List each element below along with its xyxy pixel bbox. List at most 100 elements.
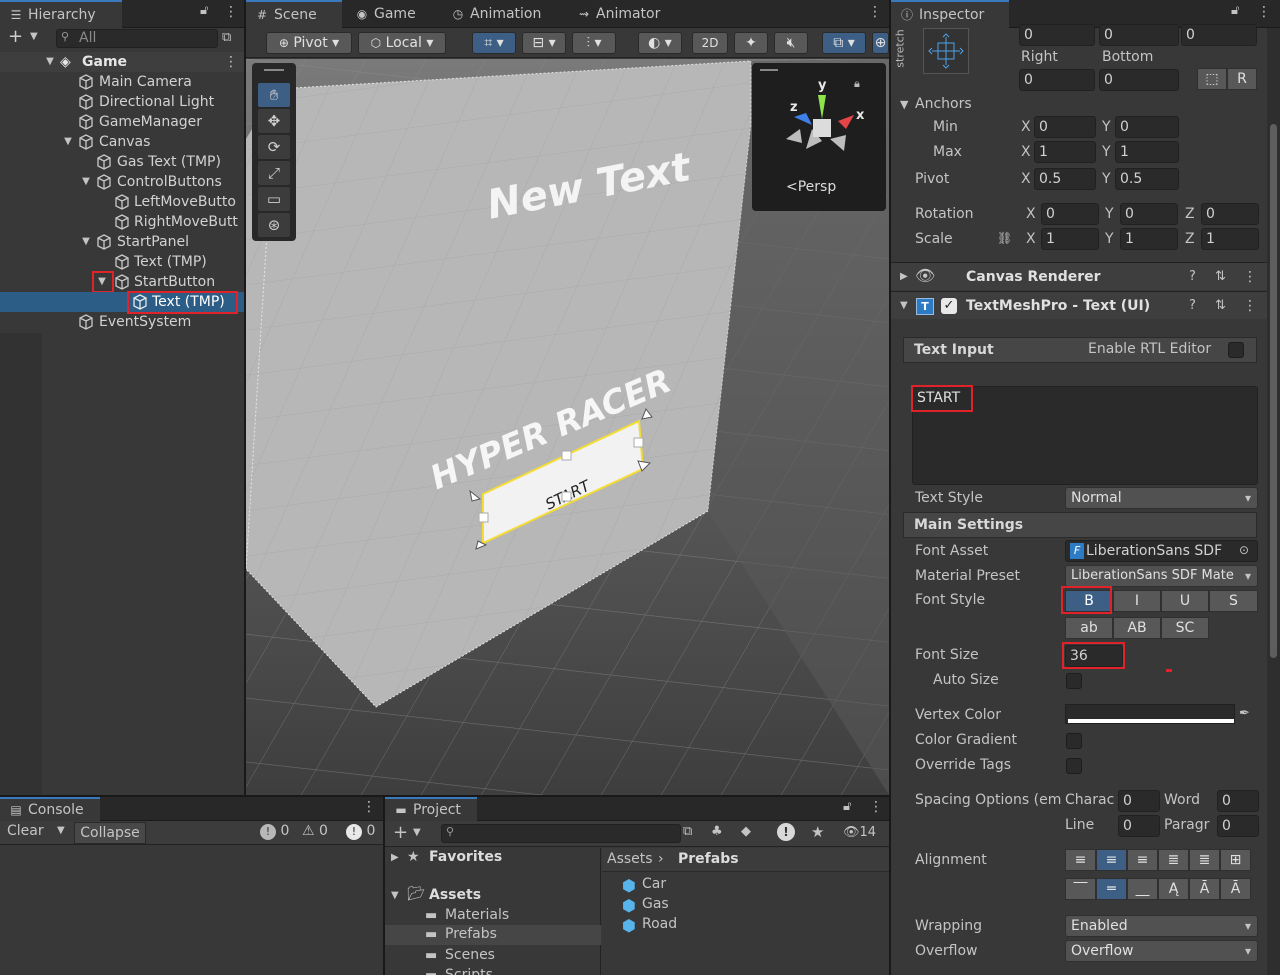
- constrain-proportions-icon[interactable]: ⛓︎: [997, 231, 1012, 245]
- folder-scripts[interactable]: Scripts: [445, 967, 493, 975]
- expand-arrow[interactable]: ▼: [80, 232, 92, 252]
- tab-game[interactable]: ◉ Game: [346, 0, 426, 28]
- component-more-icon[interactable]: ⋮: [1243, 263, 1257, 291]
- expand-arrow[interactable]: ▼: [62, 132, 74, 152]
- lock-icon[interactable]: 🔓︎: [843, 799, 851, 814]
- add-icon[interactable]: +: [8, 26, 23, 47]
- rect-handle[interactable]: [633, 437, 644, 448]
- scene-more-icon[interactable]: ⋮: [224, 52, 238, 72]
- hierarchy-item-startbutton[interactable]: ▼ StartButton: [0, 272, 244, 292]
- line-spacing-field[interactable]: 0: [1118, 815, 1160, 837]
- scale-x-field[interactable]: 1: [1041, 228, 1099, 250]
- clear-button[interactable]: Clear: [7, 823, 44, 839]
- pos-y-field[interactable]: 0: [1099, 24, 1179, 46]
- assets-folder[interactable]: Assets: [429, 887, 481, 903]
- hierarchy-search-input[interactable]: All: [56, 29, 218, 48]
- breadcrumb-assets[interactable]: Assets: [607, 851, 653, 867]
- blueprint-mode-button[interactable]: ⬚: [1197, 68, 1227, 90]
- transform-tool-button[interactable]: ⊛: [258, 213, 290, 237]
- font-asset-field[interactable]: F LiberationSans SDF: [1065, 540, 1258, 562]
- preset-icon[interactable]: ⇅: [1215, 292, 1226, 320]
- hierarchy-item-gamemanager[interactable]: GameManager: [0, 112, 244, 132]
- wrapping-dropdown[interactable]: Enabled: [1065, 915, 1258, 937]
- info-count-toggle[interactable]: ! 0: [346, 823, 375, 840]
- anchors-min-x-field[interactable]: 0: [1034, 116, 1096, 138]
- color-gradient-checkbox[interactable]: [1066, 733, 1082, 749]
- hierarchy-item-startpanel[interactable]: ▼ StartPanel: [0, 232, 244, 252]
- folder-prefabs-row[interactable]: ▬ Prefabs: [385, 925, 601, 945]
- align-left-button[interactable]: ≡: [1065, 849, 1096, 871]
- align-top-button[interactable]: ⎺: [1065, 878, 1096, 900]
- move-tool-button[interactable]: ✥: [258, 109, 290, 133]
- align-center-button[interactable]: ≡: [1096, 849, 1127, 871]
- breadcrumb-prefabs[interactable]: Prefabs: [678, 851, 739, 867]
- text-style-dropdown[interactable]: Normal: [1065, 487, 1258, 509]
- tab-console[interactable]: ▤ Console: [0, 797, 100, 821]
- folder-scenes[interactable]: Scenes: [445, 947, 495, 963]
- scale-tool-button[interactable]: ⤢: [258, 161, 290, 185]
- warning-filter-icon[interactable]: !: [777, 823, 795, 841]
- filter-type-icon[interactable]: ♣: [711, 824, 723, 839]
- align-flush-button[interactable]: ≣: [1189, 849, 1220, 871]
- scene-more-icon[interactable]: ⋮: [868, 4, 882, 20]
- persp-label[interactable]: <Persp: [786, 179, 836, 195]
- clear-options-icon[interactable]: ▼: [57, 825, 65, 836]
- tab-scene[interactable]: # Scene: [246, 0, 342, 28]
- anchor-preset-button[interactable]: [923, 28, 969, 74]
- tab-project[interactable]: ▬ Project: [385, 797, 477, 821]
- lighting-toggle[interactable]: ✦: [734, 32, 768, 54]
- align-right-button[interactable]: ≡: [1127, 849, 1158, 871]
- tmp-component-header[interactable]: ▼ T ✓ TextMeshPro - Text (UI) ? ⇅ ⋮: [891, 291, 1280, 319]
- more-menu-icon[interactable]: ⋮: [1257, 4, 1271, 20]
- orientation-gizmo[interactable]: 🔒︎ y x z <Persp: [752, 63, 886, 211]
- scene-root-game[interactable]: ▼ ◈ Game ⋮: [0, 52, 244, 72]
- character-spacing-field[interactable]: 0: [1118, 790, 1160, 812]
- increment-snap-button[interactable]: ⊟ ▾: [522, 32, 566, 54]
- pos-x-field[interactable]: 0: [1019, 24, 1095, 46]
- tab-hierarchy[interactable]: ☰ Hierarchy: [0, 0, 122, 28]
- ruler-button[interactable]: ⫶ ▾: [572, 32, 616, 54]
- tab-animator[interactable]: ⇝ Animator: [568, 0, 670, 28]
- hierarchy-item-controlbuttons[interactable]: ▼ ControlButtons: [0, 172, 244, 192]
- rotation-y-field[interactable]: 0: [1120, 203, 1178, 225]
- vertex-color-swatch[interactable]: [1065, 704, 1235, 724]
- gizmo-grip[interactable]: [760, 69, 778, 71]
- hierarchy-item-main-camera[interactable]: Main Camera: [0, 72, 244, 92]
- rect-tool-button[interactable]: ▭: [258, 187, 290, 211]
- bottom-field[interactable]: 0: [1099, 69, 1179, 91]
- expand-arrow[interactable]: ▼: [80, 172, 92, 192]
- paragraph-spacing-field[interactable]: 0: [1217, 815, 1259, 837]
- align-capline-button[interactable]: Ā: [1220, 878, 1251, 900]
- project-more-icon[interactable]: ⋮: [869, 799, 883, 815]
- rect-handle[interactable]: [561, 450, 572, 461]
- hierarchy-item-eventsystem[interactable]: EventSystem: [0, 312, 244, 332]
- raw-edit-button[interactable]: R: [1227, 68, 1257, 90]
- align-middle-button[interactable]: ═: [1096, 878, 1127, 900]
- grid-snap-button[interactable]: ⌗ ▾: [472, 32, 516, 54]
- help-icon[interactable]: ?: [1189, 263, 1196, 291]
- shading-dropdown[interactable]: ◐ ▾: [638, 32, 682, 54]
- smallcaps-button[interactable]: SC: [1161, 617, 1209, 639]
- pos-z-field[interactable]: 0: [1181, 24, 1257, 46]
- eyedropper-icon[interactable]: ✒︎: [1239, 706, 1250, 721]
- palette-grip[interactable]: [264, 69, 284, 71]
- underline-button[interactable]: U: [1161, 590, 1209, 612]
- expand-arrow[interactable]: ▼: [44, 52, 56, 72]
- overflow-dropdown[interactable]: Overflow: [1065, 940, 1258, 962]
- pivot-x-field[interactable]: 0.5: [1034, 168, 1096, 190]
- pivot-y-field[interactable]: 0.5: [1115, 168, 1179, 190]
- component-more-icon[interactable]: ⋮: [1243, 292, 1257, 320]
- console-log-area[interactable]: [0, 846, 383, 975]
- rect-handle[interactable]: [478, 512, 489, 523]
- more-menu-icon[interactable]: ⋮: [224, 4, 238, 20]
- anchors-arrow[interactable]: ▼: [900, 98, 908, 111]
- gizmos-toggle[interactable]: ⊕: [872, 32, 889, 54]
- hierarchy-item-gas-text[interactable]: Gas Text (TMP): [0, 152, 244, 172]
- strikethrough-button[interactable]: S: [1209, 590, 1258, 612]
- tab-inspector[interactable]: ⓘ Inspector: [891, 0, 1009, 28]
- scale-y-field[interactable]: 1: [1120, 228, 1178, 250]
- favorite-star-icon[interactable]: ★: [811, 823, 824, 841]
- right-field[interactable]: 0: [1019, 69, 1095, 91]
- align-midline-button[interactable]: Ā: [1189, 878, 1220, 900]
- word-spacing-field[interactable]: 0: [1217, 790, 1259, 812]
